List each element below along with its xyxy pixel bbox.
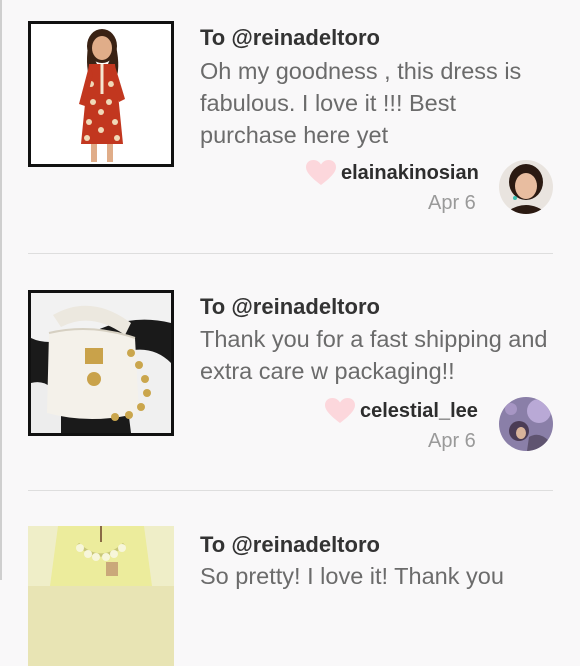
reviewer-avatar[interactable] xyxy=(499,397,553,451)
review-message: Thank you for a fast shipping and extra … xyxy=(200,326,548,384)
review-image[interactable] xyxy=(28,21,174,167)
review-recipient[interactable]: To @reinadeltoro xyxy=(200,532,380,558)
blouse-photo-icon xyxy=(28,526,174,586)
review-divider xyxy=(28,253,553,254)
heart-icon[interactable] xyxy=(306,160,336,186)
handbag-photo-icon xyxy=(31,293,171,433)
avatar-photo-icon xyxy=(499,160,553,214)
reviewer-username[interactable]: celestial_lee xyxy=(360,400,478,423)
reviewer-username[interactable]: elainakinosian xyxy=(341,162,479,185)
review-message: So pretty! I love it! Thank you xyxy=(200,563,504,589)
heart-icon[interactable] xyxy=(325,398,355,424)
review-divider xyxy=(28,490,553,491)
review-recipient[interactable]: To @reinadeltoro xyxy=(200,294,380,320)
review-message: Oh my goodness , this dress is fabulous.… xyxy=(200,58,522,148)
reviewer-avatar[interactable] xyxy=(499,160,553,214)
screen-edge xyxy=(0,0,2,580)
review-date: Apr 6 xyxy=(428,192,476,214)
avatar-photo-icon xyxy=(499,397,553,451)
review-image[interactable] xyxy=(28,290,174,436)
review-date: Apr 6 xyxy=(428,430,476,452)
review-recipient[interactable]: To @reinadeltoro xyxy=(200,25,380,51)
dress-photo-icon xyxy=(31,24,171,164)
review-image[interactable] xyxy=(28,526,174,666)
